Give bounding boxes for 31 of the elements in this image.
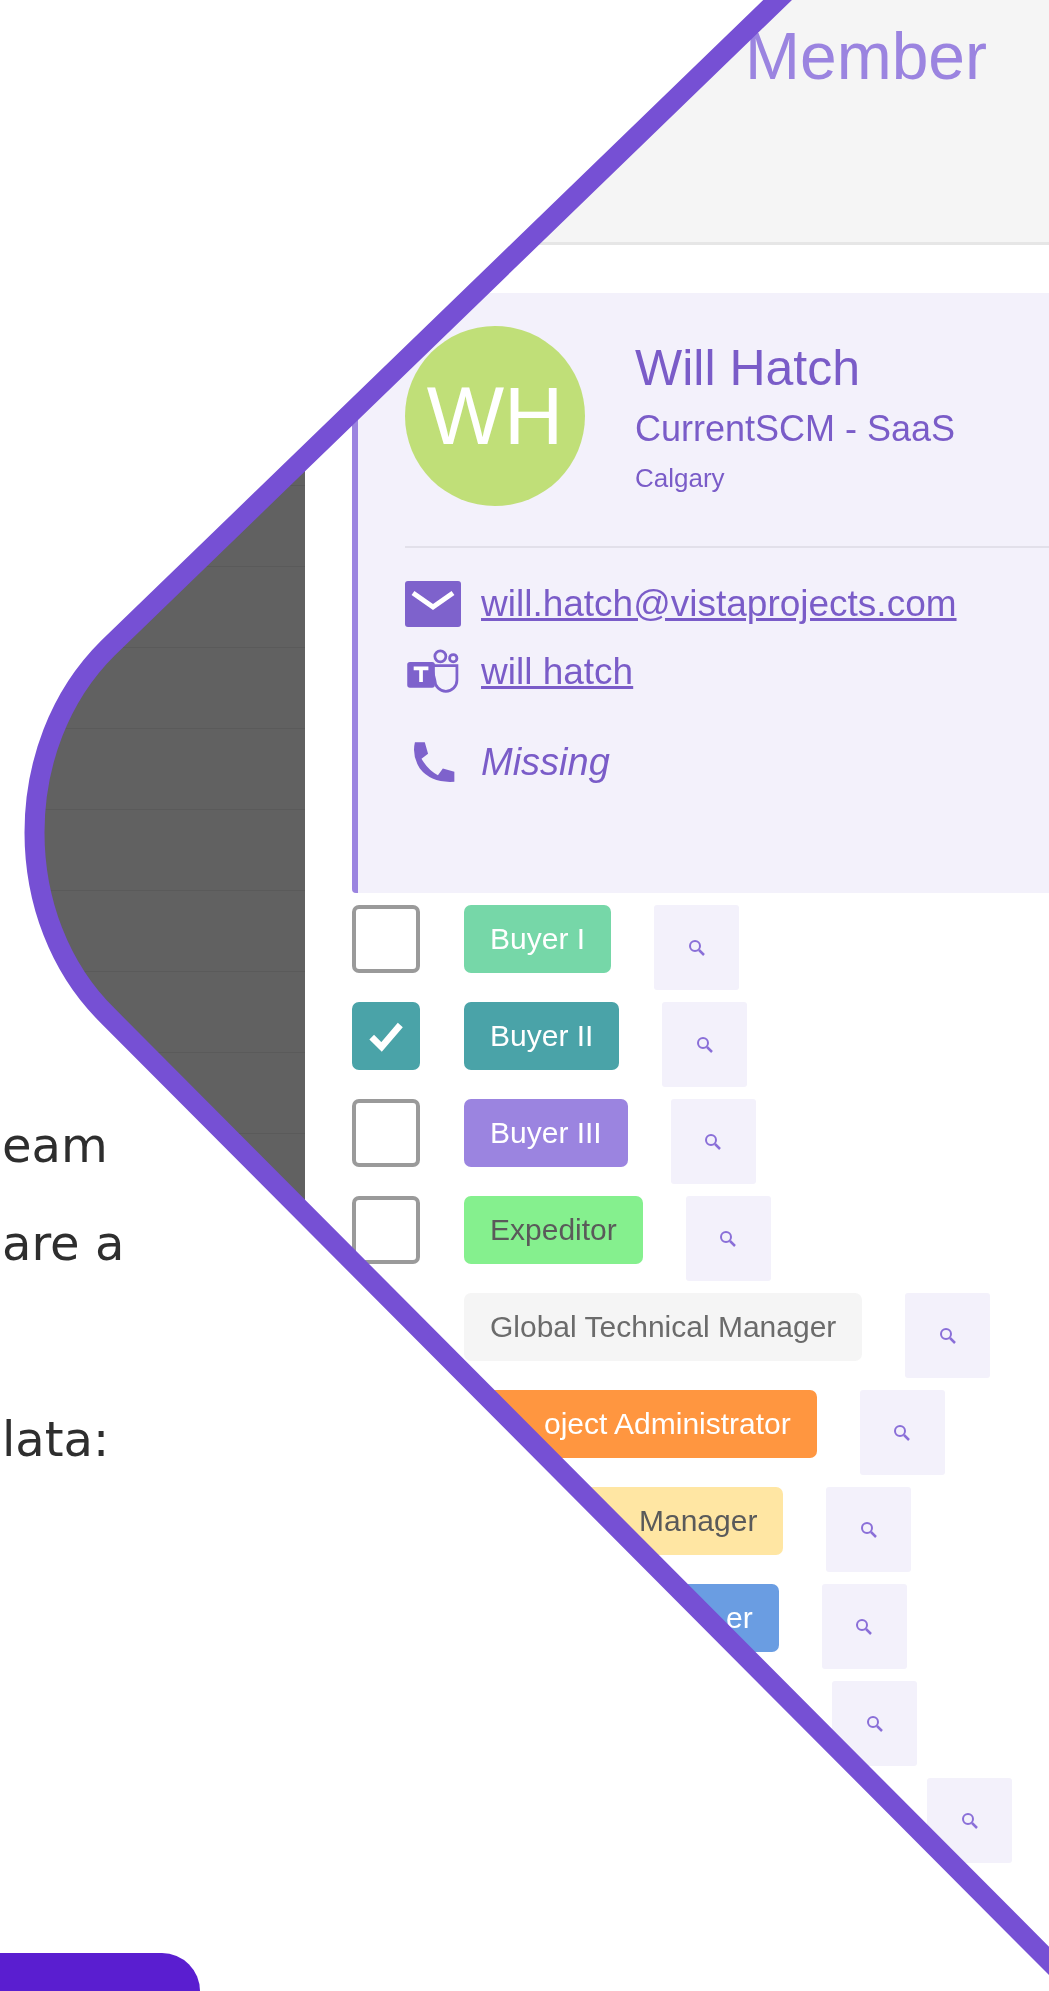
checkbox[interactable] (352, 905, 420, 973)
search-button[interactable] (832, 1681, 917, 1766)
intro-text: eam (1, 1116, 108, 1175)
intro-text: lata: (1, 1410, 110, 1469)
company-name: CurrentSCM - SaaS (635, 407, 956, 451)
search-icon (959, 1810, 980, 1831)
search-icon (686, 937, 707, 958)
role-tag: Expeditor (464, 1196, 643, 1264)
cta-button-edge[interactable] (0, 1953, 200, 1991)
search-button[interactable] (927, 1778, 1012, 1863)
search-icon (937, 1325, 958, 1346)
search-icon (864, 1713, 885, 1734)
role-tag: Buyer I (464, 905, 612, 973)
role-tag: Buyer III (464, 1099, 628, 1167)
avatar: WH (405, 326, 585, 506)
role-tag: Buyer II (464, 1002, 620, 1070)
teams-icon (405, 649, 461, 695)
email-link[interactable]: will.hatch@vistaprojects.com (481, 583, 957, 625)
location: Calgary (635, 462, 726, 495)
role-tag: Global Technical Manager (464, 1293, 863, 1361)
search-icon (858, 1519, 879, 1540)
search-icon (694, 1034, 715, 1055)
checkbox[interactable] (352, 1196, 420, 1264)
member-name: Will Hatch (635, 339, 862, 398)
mail-icon (405, 581, 461, 627)
checkbox[interactable] (352, 1099, 420, 1167)
checkbox[interactable] (352, 1002, 420, 1070)
intro-text: are a (1, 1214, 125, 1273)
phone-value: Missing (481, 740, 610, 784)
teams-link[interactable]: will hatch (481, 651, 634, 693)
dialog-title: Member (745, 19, 988, 93)
